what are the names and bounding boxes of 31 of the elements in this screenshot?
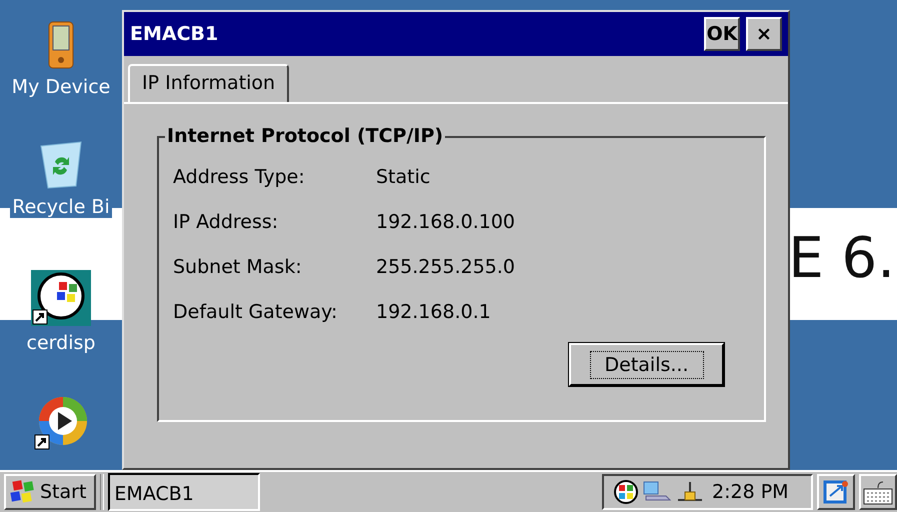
network-connection-icon[interactable] <box>676 480 704 504</box>
field-value: Static <box>376 166 430 188</box>
desktop-icon-label[interactable]: cerdisp <box>24 332 98 354</box>
handheld-device-icon[interactable] <box>47 20 75 70</box>
start-button[interactable]: Start <box>4 474 96 510</box>
window-arrow-icon <box>822 478 850 506</box>
recycle-bin-icon[interactable] <box>38 140 84 190</box>
field-label: IP Address: <box>173 211 280 233</box>
clock[interactable]: 2:28 PM <box>712 481 789 503</box>
desktop-icon-label[interactable]: Recycle Bi <box>10 196 112 218</box>
keyboard-button[interactable] <box>859 474 897 510</box>
field-label: Address Type: <box>173 166 306 188</box>
wallpaper-text: E 6. <box>788 226 895 291</box>
colored-squares-icon[interactable] <box>614 480 638 504</box>
desktop-switch-button[interactable] <box>817 474 855 510</box>
globe-windows-shortcut-icon[interactable] <box>31 270 91 326</box>
ok-button[interactable]: OK <box>704 17 740 51</box>
field-value: 255.255.255.0 <box>376 256 516 278</box>
field-value: 192.168.0.100 <box>376 211 516 233</box>
details-button[interactable]: Details... <box>569 343 724 386</box>
tab[interactable]: IP Information <box>128 64 290 104</box>
group-title: Internet Protocol (TCP/IP) <box>165 125 446 147</box>
media-player-shortcut-icon[interactable] <box>33 395 89 451</box>
desktop-icon-label[interactable]: My Device <box>10 76 112 98</box>
field-label: Subnet Mask: <box>173 256 303 278</box>
windows-flag-icon <box>10 479 36 505</box>
taskbar-button[interactable]: EMACB1 <box>108 473 260 511</box>
field-value: 192.168.0.1 <box>376 301 491 323</box>
close-button[interactable]: × <box>746 17 782 51</box>
window-title: EMACB1 <box>130 23 220 45</box>
field-label: Default Gateway: <box>173 301 338 323</box>
